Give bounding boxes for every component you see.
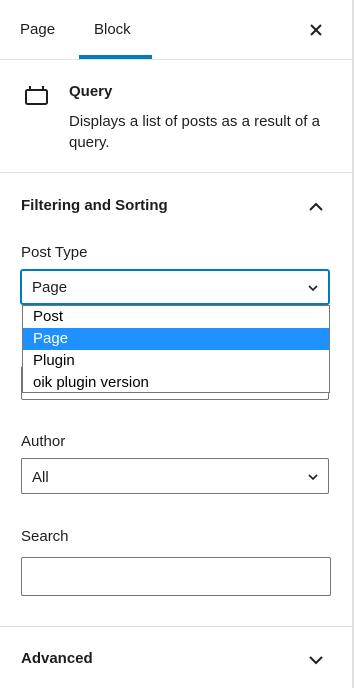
- search-input[interactable]: [21, 557, 331, 596]
- section-divider: [0, 172, 352, 173]
- post-type-select[interactable]: Page: [21, 270, 329, 304]
- post-type-option-selected[interactable]: Page: [23, 328, 329, 350]
- tab-page[interactable]: Page: [20, 0, 55, 59]
- chevron-down-icon: [308, 285, 318, 292]
- active-tab-indicator: [79, 55, 152, 59]
- tab-block[interactable]: Block: [94, 0, 131, 59]
- filtering-panel-toggle[interactable]: Filtering and Sorting: [0, 182, 352, 232]
- post-type-option[interactable]: Post: [23, 306, 329, 328]
- chevron-down-icon: [308, 474, 318, 481]
- block-card: Query Displays a list of posts as a resu…: [0, 60, 352, 173]
- advanced-panel-toggle[interactable]: Advanced: [0, 635, 352, 685]
- close-icon: [310, 24, 322, 36]
- filtering-panel-title: Filtering and Sorting: [21, 197, 168, 214]
- post-type-option[interactable]: Plugin: [23, 350, 329, 372]
- post-type-option[interactable]: oik plugin version: [23, 372, 329, 394]
- block-inspector-sidebar: Page Block Query Displays a list of post…: [0, 0, 354, 688]
- author-select[interactable]: All: [21, 458, 329, 494]
- close-sidebar-button[interactable]: [300, 14, 332, 46]
- author-label: Author: [21, 433, 66, 450]
- search-label: Search: [21, 528, 69, 545]
- post-type-dropdown-list: Post Page Plugin oik plugin version: [22, 305, 330, 393]
- chevron-up-icon: [309, 202, 323, 211]
- block-description: Displays a list of posts as a result of …: [69, 113, 320, 151]
- author-value: All: [32, 469, 49, 486]
- advanced-panel-title: Advanced: [21, 650, 93, 667]
- post-type-label: Post Type: [21, 244, 88, 261]
- block-title: Query: [69, 83, 113, 100]
- query-loop-icon: [25, 86, 48, 105]
- chevron-down-icon: [309, 656, 323, 665]
- sidebar-tabs: Page Block: [0, 0, 352, 60]
- section-divider: [0, 626, 352, 627]
- post-type-value: Page: [32, 279, 68, 296]
